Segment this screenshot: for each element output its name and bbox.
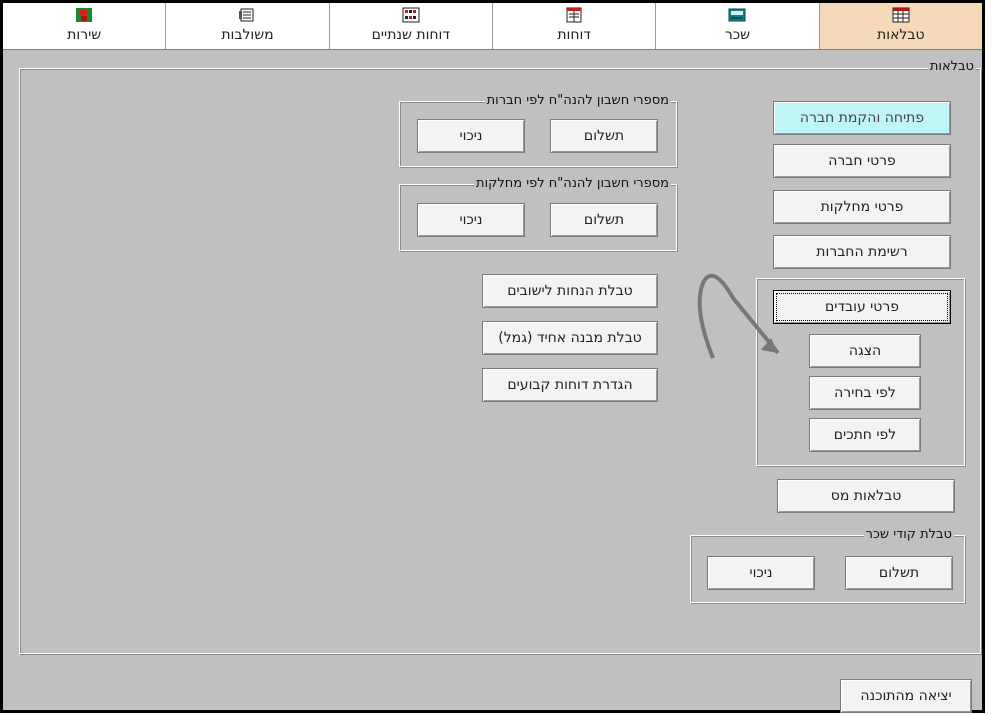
tab-annual-reports[interactable]: דוחות שנתיים [330, 3, 493, 49]
department-details-button[interactable]: פרטי מחלקות [773, 190, 951, 224]
service-icon [75, 7, 93, 23]
reports-icon [565, 7, 583, 23]
department-accounts-deduction-button[interactable]: ניכוי [417, 203, 525, 237]
tab-service[interactable]: שירות [3, 3, 167, 49]
uniform-structure-button[interactable]: טבלת מבנה אחיד (גמל) [482, 321, 658, 355]
tab-label: טבלאות [877, 27, 925, 43]
tables-icon [892, 7, 910, 23]
settlement-discounts-button[interactable]: טבלת הנחות לישובים [482, 274, 658, 308]
fixed-reports-button[interactable]: הגדרת דוחות קבועים [482, 368, 658, 402]
tax-tables-button[interactable]: טבלאות מס [777, 479, 955, 513]
salary-codes-legend: טבלת קודי שכר [863, 527, 954, 542]
employee-by-sections-button[interactable]: לפי חתכים [809, 418, 921, 452]
company-accounts-legend: מספרי חשבון להנה"ח לפי חברות [484, 93, 671, 108]
salary-codes-deduction-button[interactable]: ניכוי [707, 556, 815, 590]
tab-label: שירות [67, 27, 102, 43]
department-accounts-payment-button[interactable]: תשלום [550, 203, 658, 237]
company-accounts-payment-button[interactable]: תשלום [550, 119, 658, 153]
employee-by-selection-button[interactable]: לפי בחירה [809, 376, 921, 410]
app-window: שירות משולבות דוחות שנתיים דוחות שכר טבל… [0, 0, 985, 713]
exit-button[interactable]: יציאה מהתוכנה [840, 679, 972, 713]
tab-label: דוחות [557, 27, 591, 43]
main-tab-bar: שירות משולבות דוחות שנתיים דוחות שכר טבל… [3, 3, 982, 50]
tab-reports[interactable]: דוחות [493, 3, 657, 49]
arrow-annotation [697, 273, 780, 359]
employee-display-button[interactable]: הצגה [809, 334, 921, 368]
annual-reports-icon [402, 7, 420, 23]
tables-panel-legend: טבלאות [927, 59, 976, 74]
tab-tables[interactable]: טבלאות [819, 3, 982, 49]
company-accounts-deduction-button[interactable]: ניכוי [417, 119, 525, 153]
tab-label: דוחות שנתיים [371, 27, 450, 43]
salary-icon [728, 7, 746, 23]
tab-salary[interactable]: שכר [656, 3, 820, 49]
tab-label: שכר [724, 27, 751, 43]
open-company-button[interactable]: פתיחה והקמת חברה [773, 101, 951, 135]
combined-icon [238, 7, 256, 23]
salary-codes-payment-button[interactable]: תשלום [845, 556, 953, 590]
tab-combined[interactable]: משולבות [166, 3, 330, 49]
company-details-button[interactable]: פרטי חברה [773, 144, 951, 178]
department-accounts-legend: מספרי חשבון להנה"ח לפי מחלקות [474, 176, 671, 191]
companies-list-button[interactable]: רשימת החברות [773, 235, 951, 269]
tab-label: משולבות [221, 27, 274, 43]
